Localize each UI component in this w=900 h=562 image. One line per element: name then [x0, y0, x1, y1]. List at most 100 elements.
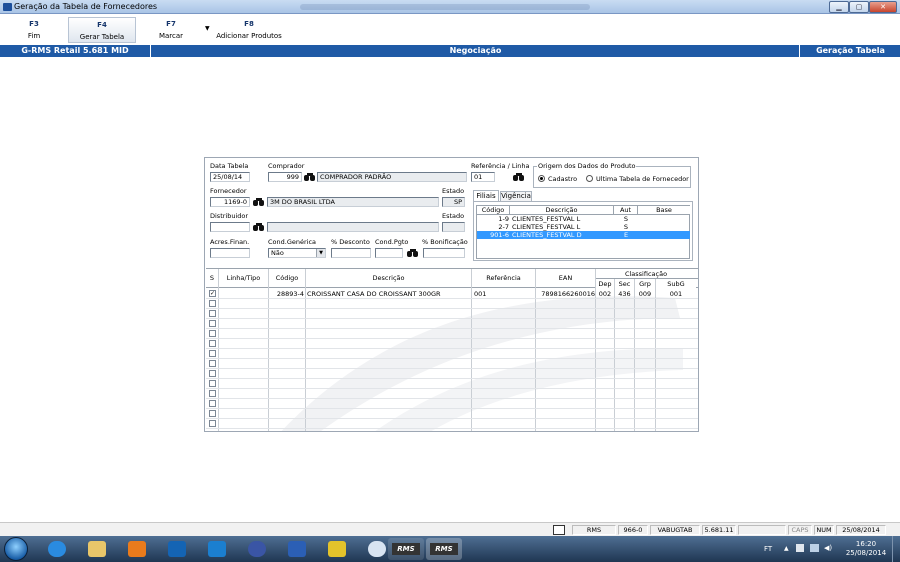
desconto-field[interactable] [331, 248, 371, 258]
taskbar-rms-2[interactable]: RMS [426, 538, 462, 560]
row-checkbox[interactable] [209, 360, 216, 367]
table-row[interactable] [206, 319, 698, 329]
taskbar-media[interactable] [118, 538, 156, 560]
table-row[interactable] [206, 349, 698, 359]
close-button[interactable]: ✕ [869, 1, 897, 13]
cond-pgto-field[interactable] [375, 248, 403, 258]
status-sistema: RMS [572, 525, 616, 535]
filiais-row[interactable]: 1-9 CLIENTES_FESTVAL L S [477, 215, 690, 223]
cond-pgto-label: Cond.Pgto [375, 238, 409, 246]
minimize-button[interactable]: ▁ [829, 1, 849, 13]
status-versao: 5.681.11 [702, 525, 736, 535]
taskbar-explorer[interactable] [78, 538, 116, 560]
module-name: Negociação [152, 45, 800, 57]
network-icon[interactable] [810, 544, 819, 552]
taskbar-word[interactable] [278, 538, 316, 560]
dropdown-arrow-icon[interactable]: ▼ [205, 25, 210, 32]
produtos-grid: S Linha/Tipo Código Descrição Referência… [206, 268, 698, 431]
filiais-col-descricao: Descrição [510, 206, 614, 215]
bonificacao-field[interactable] [423, 248, 465, 258]
table-row[interactable] [206, 399, 698, 409]
comprador-name-field: COMPRADOR PADRÃO [317, 172, 467, 182]
adicionar-produtos-button[interactable]: F8 Adicionar Produtos [212, 17, 286, 43]
clock-date[interactable]: 25/08/2014 [844, 549, 888, 557]
fim-key: F3 [29, 20, 39, 28]
taskbar-tool[interactable] [318, 538, 356, 560]
row-checkbox[interactable]: ✓ [209, 290, 216, 297]
cell-linha [219, 290, 268, 298]
status-caps: CAPS [788, 525, 812, 535]
acres-field[interactable] [210, 248, 250, 258]
cond-generica-value: Não [271, 249, 284, 257]
row-checkbox[interactable] [209, 420, 216, 427]
table-row[interactable] [206, 359, 698, 369]
row-checkbox[interactable] [209, 340, 216, 347]
marcar-label: Marcar [158, 32, 184, 40]
row-checkbox[interactable] [209, 310, 216, 317]
distribuidor-search-icon[interactable] [253, 222, 265, 232]
folder-icon [88, 541, 106, 557]
row-checkbox[interactable] [209, 390, 216, 397]
origem-cadastro-radio[interactable] [538, 175, 545, 182]
comprador-code-field[interactable]: 999 [268, 172, 302, 182]
taskbar-ie[interactable] [38, 538, 76, 560]
table-row[interactable] [206, 389, 698, 399]
row-checkbox[interactable] [209, 300, 216, 307]
table-row[interactable] [206, 379, 698, 389]
start-button[interactable] [4, 537, 28, 561]
tab-filiais[interactable]: Filiais [473, 190, 499, 201]
produtos-col-grp: Grp [635, 280, 655, 288]
row-checkbox[interactable] [209, 410, 216, 417]
lync-icon [208, 541, 226, 557]
data-tabela-field[interactable]: 25/08/14 [210, 172, 250, 182]
table-row[interactable]: ✓ 28893-4 CROISSANT CASA DO CROISSANT 300G… [206, 289, 698, 299]
produtos-col-descricao: Descrição [306, 274, 471, 282]
row-checkbox[interactable] [209, 330, 216, 337]
comprador-search-icon[interactable] [304, 172, 316, 182]
distribuidor-code-field[interactable] [210, 222, 250, 232]
taskbar-lync[interactable] [198, 538, 236, 560]
volume-icon[interactable]: ◀) [824, 544, 832, 552]
filiais-row[interactable]: 901-6 CLIENTES_FESTVAL D E [477, 231, 690, 239]
clock-time[interactable]: 16:20 [844, 540, 888, 548]
chevron-down-icon[interactable]: ▼ [316, 249, 325, 257]
taskbar-rms-1[interactable]: RMS [388, 538, 424, 560]
referencia-field[interactable]: 01 [471, 172, 495, 182]
fornecedor-code-field[interactable]: 1169-0 [210, 197, 250, 207]
gerar-tabela-button[interactable]: F4 Gerar Tabela [68, 17, 136, 43]
row-checkbox[interactable] [209, 350, 216, 357]
row-checkbox[interactable] [209, 320, 216, 327]
table-row[interactable] [206, 309, 698, 319]
language-indicator[interactable]: FT [764, 545, 772, 553]
produtos-col-s: S [206, 274, 218, 282]
table-row[interactable] [206, 419, 698, 429]
cell-subg: 001 [669, 290, 683, 298]
origem-ultima-radio[interactable] [586, 175, 593, 182]
row-checkbox[interactable] [209, 370, 216, 377]
taskbar-meeting[interactable] [238, 538, 276, 560]
row-checkbox[interactable] [209, 380, 216, 387]
marcar-button[interactable]: F7 Marcar [146, 17, 196, 43]
table-row[interactable] [206, 409, 698, 419]
referencia-search-icon[interactable] [513, 172, 525, 182]
fornecedor-search-icon[interactable] [253, 197, 265, 207]
filiais-row[interactable]: 2-7 CLIENTES_FESTVAL L S [477, 223, 690, 231]
show-desktop-button[interactable] [892, 536, 900, 562]
status-num: NUM [814, 525, 834, 535]
cond-generica-select[interactable]: Não ▼ [268, 248, 326, 258]
marcar-key: F7 [166, 20, 176, 28]
tab-vigencia[interactable]: Vigência [500, 191, 532, 201]
filiais-grid: Código Descrição Aut Base 1-9 CLIENTES_FE… [476, 205, 690, 259]
produtos-col-subg: SubG [656, 280, 696, 288]
row-checkbox[interactable] [209, 400, 216, 407]
action-center-icon[interactable] [796, 544, 804, 552]
table-row[interactable] [206, 329, 698, 339]
tray-expand-icon[interactable]: ▲ [784, 545, 789, 552]
table-row[interactable] [206, 299, 698, 309]
maximize-button[interactable]: ▢ [849, 1, 869, 13]
table-row[interactable] [206, 369, 698, 379]
cond-pgto-search-icon[interactable] [407, 248, 419, 258]
fim-button[interactable]: F3 Fim [6, 17, 62, 43]
table-row[interactable] [206, 339, 698, 349]
taskbar-outlook[interactable] [158, 538, 196, 560]
